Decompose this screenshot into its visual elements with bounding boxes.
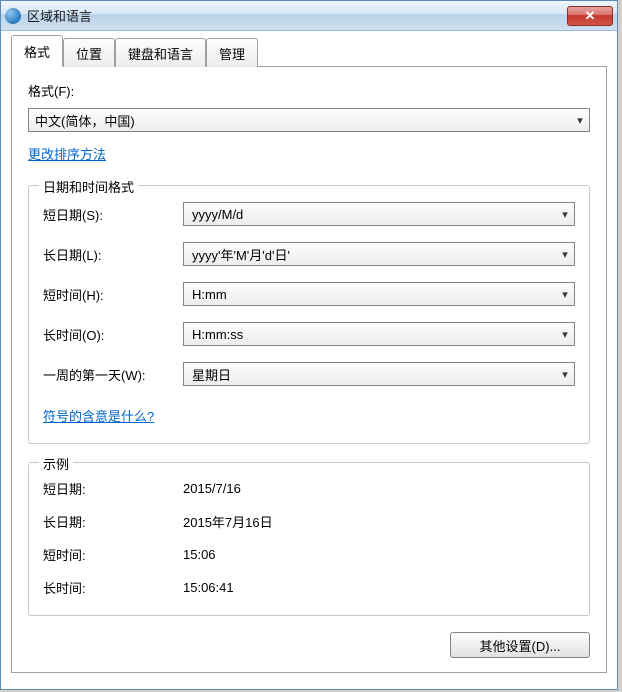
short-time-row: 短时间(H): H:mm ▾ (43, 282, 575, 306)
client-area: 格式 位置 键盘和语言 管理 格式(F): 中文(简体，中国) ▾ 更改排序方法… (1, 31, 617, 683)
chevron-down-icon: ▾ (556, 328, 574, 341)
short-time-select[interactable]: H:mm ▾ (183, 282, 575, 306)
date-time-formats-title: 日期和时间格式 (39, 177, 138, 196)
short-time-select-value: H:mm (192, 287, 227, 302)
additional-settings-button[interactable]: 其他设置(D)... (450, 632, 590, 658)
short-time-label: 短时间(H): (43, 285, 183, 304)
first-day-select[interactable]: 星期日 ▾ (183, 362, 575, 386)
examples-group: 示例 短日期: 2015/7/16 长日期: 2015年7月16日 短时间: 1… (28, 462, 590, 616)
format-panel: 格式(F): 中文(简体，中国) ▾ 更改排序方法 日期和时间格式 短日期(S)… (11, 67, 607, 673)
example-long-date-row: 长日期: 2015年7月16日 (43, 512, 575, 531)
format-select[interactable]: 中文(简体，中国) ▾ (28, 108, 590, 132)
long-time-row: 长时间(O): H:mm:ss ▾ (43, 322, 575, 346)
example-short-time-row: 短时间: 15:06 (43, 545, 575, 564)
first-day-label: 一周的第一天(W): (43, 365, 183, 384)
tab-keyboards-languages-label: 键盘和语言 (128, 47, 193, 62)
app-icon (5, 8, 21, 24)
example-short-time-value: 15:06 (183, 547, 216, 562)
chevron-down-icon: ▾ (556, 248, 574, 261)
example-long-time-value: 15:06:41 (183, 580, 234, 595)
example-long-date-value: 2015年7月16日 (183, 512, 273, 531)
long-time-select-value: H:mm:ss (192, 327, 243, 342)
additional-settings-button-label: 其他设置(D)... (480, 639, 561, 654)
long-date-row: 长日期(L): yyyy'年'M'月'd'日' ▾ (43, 242, 575, 266)
titlebar: 区域和语言 ✕ (1, 1, 617, 31)
chevron-down-icon: ▾ (571, 114, 589, 127)
chevron-down-icon: ▾ (556, 208, 574, 221)
date-time-formats-group: 日期和时间格式 短日期(S): yyyy/M/d ▾ 长日期(L): yyyy'… (28, 185, 590, 444)
close-icon: ✕ (585, 8, 596, 24)
first-day-select-value: 星期日 (192, 365, 231, 384)
tab-format-label: 格式 (24, 45, 50, 60)
example-long-time-row: 长时间: 15:06:41 (43, 578, 575, 597)
chevron-down-icon: ▾ (556, 288, 574, 301)
long-time-label: 长时间(O): (43, 325, 183, 344)
short-date-label: 短日期(S): (43, 205, 183, 224)
example-short-date-value: 2015/7/16 (183, 481, 241, 496)
example-short-date-row: 短日期: 2015/7/16 (43, 479, 575, 498)
examples-title: 示例 (39, 454, 73, 473)
chevron-down-icon: ▾ (556, 368, 574, 381)
short-date-row: 短日期(S): yyyy/M/d ▾ (43, 202, 575, 226)
window-title: 区域和语言 (27, 6, 92, 25)
tab-format[interactable]: 格式 (11, 35, 63, 67)
short-date-select-value: yyyy/M/d (192, 207, 243, 222)
example-long-date-label: 长日期: (43, 512, 183, 531)
long-time-select[interactable]: H:mm:ss ▾ (183, 322, 575, 346)
example-short-time-label: 短时间: (43, 545, 183, 564)
tab-administrative[interactable]: 管理 (206, 38, 258, 67)
bottom-button-row: 其他设置(D)... (28, 632, 590, 658)
notation-help-link[interactable]: 符号的含意是什么? (43, 406, 154, 425)
tab-location-label: 位置 (76, 47, 102, 62)
example-long-time-label: 长时间: (43, 578, 183, 597)
change-sorting-link[interactable]: 更改排序方法 (28, 144, 106, 163)
close-button[interactable]: ✕ (567, 6, 613, 26)
tab-keyboards-languages[interactable]: 键盘和语言 (115, 38, 206, 67)
format-select-value: 中文(简体，中国) (35, 111, 135, 130)
long-date-label: 长日期(L): (43, 245, 183, 264)
long-date-select-value: yyyy'年'M'月'd'日' (192, 245, 290, 264)
region-and-language-window: 区域和语言 ✕ 格式 位置 键盘和语言 管理 格式(F): 中文(简体，中国) (0, 0, 618, 690)
tab-strip: 格式 位置 键盘和语言 管理 (11, 39, 607, 67)
first-day-row: 一周的第一天(W): 星期日 ▾ (43, 362, 575, 386)
tab-administrative-label: 管理 (219, 47, 245, 62)
tab-location[interactable]: 位置 (63, 38, 115, 67)
long-date-select[interactable]: yyyy'年'M'月'd'日' ▾ (183, 242, 575, 266)
example-short-date-label: 短日期: (43, 479, 183, 498)
short-date-select[interactable]: yyyy/M/d ▾ (183, 202, 575, 226)
format-label: 格式(F): (28, 81, 590, 100)
